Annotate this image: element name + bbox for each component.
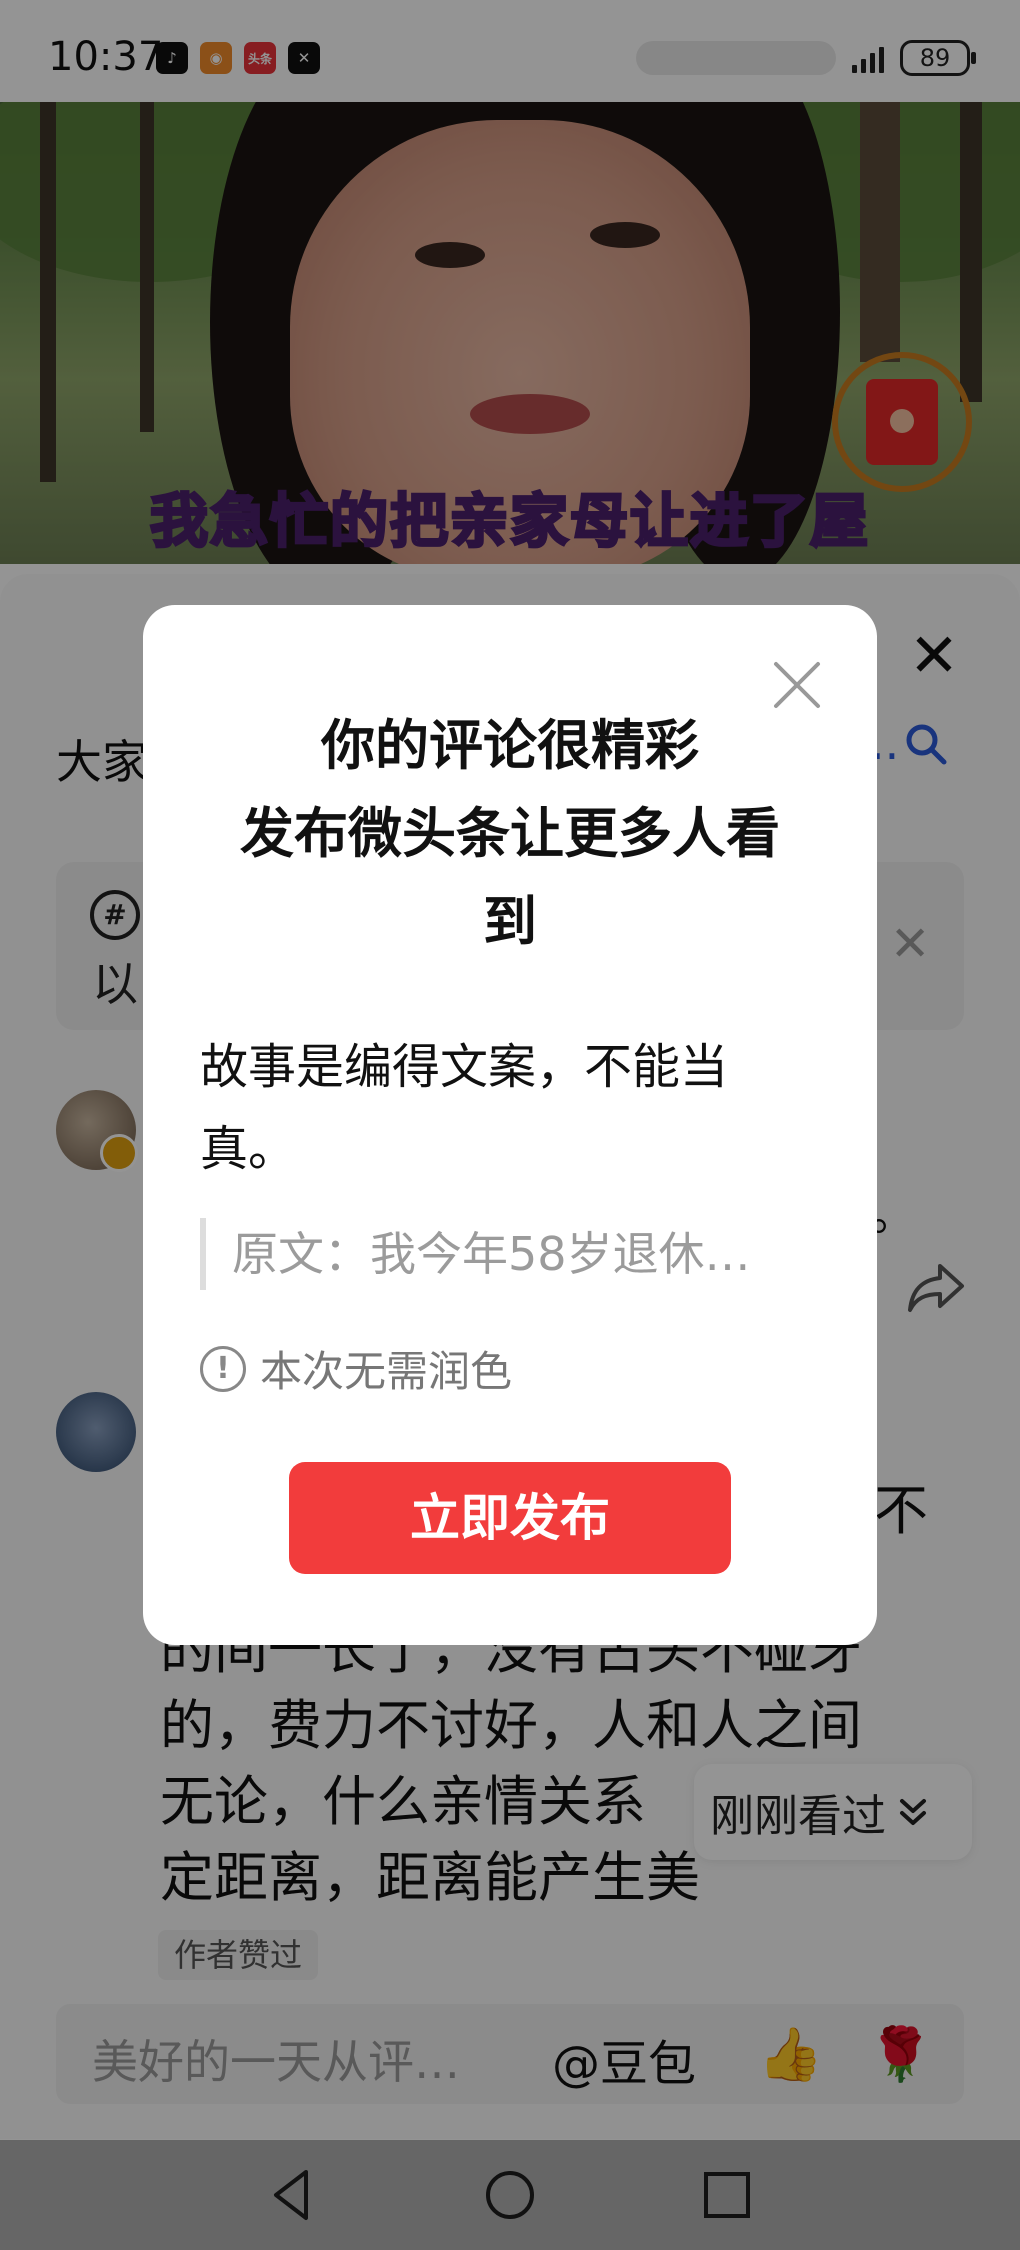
polish-hint: ! 本次无需润色	[200, 1338, 512, 1399]
publish-now-button[interactable]: 立即发布	[289, 1462, 731, 1574]
original-quote: 原文：我今年58岁退休…	[200, 1218, 800, 1290]
dialog-comment-text: 故事是编得文案，不能当 真。	[200, 1039, 729, 1177]
recent-apps-icon[interactable]	[696, 2164, 758, 2226]
home-icon[interactable]	[479, 2164, 541, 2226]
back-icon[interactable]	[262, 2164, 324, 2226]
dialog-title: 你的评论很精彩 发布微头条让更多人看 到	[240, 714, 780, 953]
info-icon: !	[200, 1345, 246, 1392]
polish-hint-text: 本次无需润色	[260, 1347, 513, 1396]
